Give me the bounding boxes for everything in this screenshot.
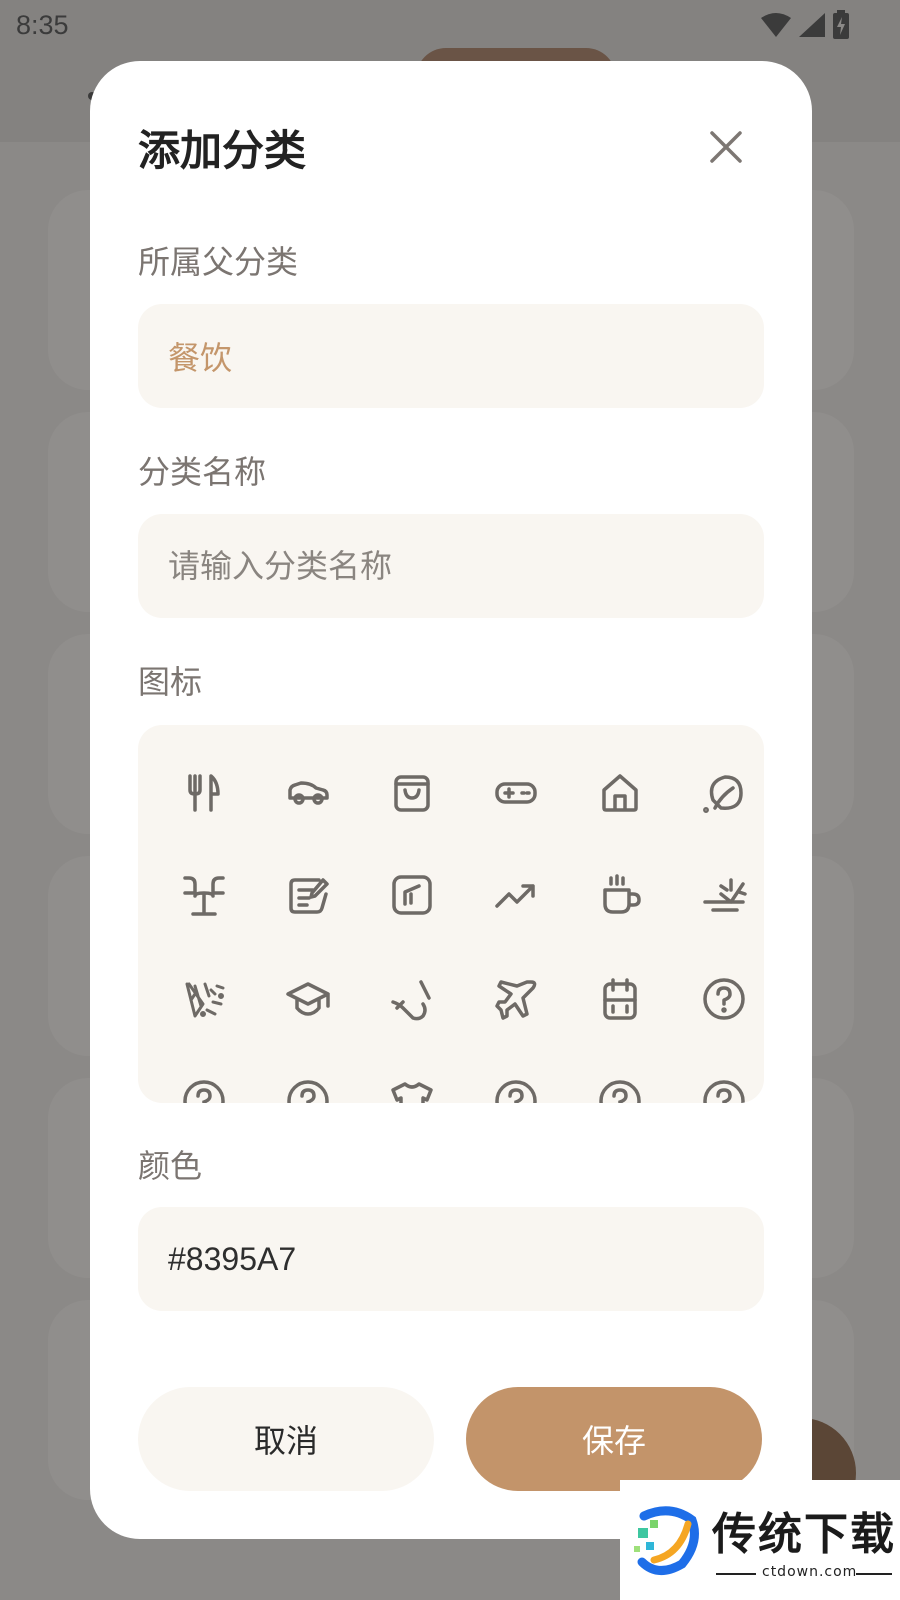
question-circle-icon[interactable] — [174, 1071, 234, 1103]
add-category-dialog: 添加分类 所属父分类 餐饮 分类名称 图标 — [90, 61, 812, 1539]
status-icons — [760, 10, 850, 44]
text-cursor-icon[interactable] — [174, 865, 234, 925]
watermark-title: 传统下载 — [712, 1509, 896, 1560]
status-bar: 8:35 — [0, 0, 900, 50]
question-circle-icon[interactable] — [278, 1071, 338, 1103]
question-circle-icon[interactable] — [590, 1071, 650, 1103]
save-button[interactable]: 保存 — [466, 1387, 762, 1491]
battery-charging-icon — [832, 10, 850, 44]
watermark-divider — [716, 1573, 756, 1575]
parent-category-label: 所属父分类 — [138, 243, 299, 281]
parent-category-value: 餐饮 — [168, 339, 233, 377]
cell-signal-icon — [798, 12, 826, 42]
category-name-label: 分类名称 — [138, 453, 267, 491]
graduation-cap-icon[interactable] — [278, 969, 338, 1029]
home-icon[interactable] — [590, 763, 650, 823]
airplane-icon[interactable] — [486, 969, 546, 1029]
question-circle-icon[interactable] — [694, 1071, 754, 1103]
battery-box-icon[interactable] — [590, 969, 650, 1029]
cancel-button[interactable]: 取消 — [138, 1387, 434, 1491]
parent-category-select[interactable]: 餐饮 — [138, 304, 764, 408]
wifi-icon — [760, 12, 792, 42]
leaf-icon[interactable] — [694, 763, 754, 823]
close-icon — [710, 131, 742, 163]
note-edit-icon[interactable] — [278, 865, 338, 925]
category-name-input[interactable] — [138, 514, 764, 618]
car-icon[interactable] — [278, 763, 338, 823]
weather-wind-icon[interactable] — [694, 865, 754, 925]
trending-up-icon[interactable] — [486, 865, 546, 925]
fork-knife-icon[interactable] — [174, 763, 234, 823]
square-slash-icon[interactable] — [382, 865, 442, 925]
color-input[interactable]: #8395A7 — [138, 1207, 764, 1311]
cord-icon[interactable] — [382, 969, 442, 1029]
tshirt-icon[interactable] — [382, 1071, 442, 1103]
watermark-subtitle: ctdown.com — [762, 1564, 858, 1580]
ctdown-logo-icon — [634, 1506, 699, 1575]
coffee-cup-icon[interactable] — [590, 865, 650, 925]
status-time: 8:35 — [16, 10, 69, 40]
watermark: 传统下载 ctdown.com — [620, 1480, 900, 1600]
icon-grid[interactable] — [138, 725, 764, 1103]
color-value: #8395A7 — [168, 1240, 297, 1277]
question-circle-icon[interactable] — [486, 1071, 546, 1103]
watermark-divider — [856, 1573, 892, 1575]
icon-section-label: 图标 — [138, 663, 203, 701]
gamepad-icon[interactable] — [486, 763, 546, 823]
question-circle-icon[interactable] — [694, 969, 754, 1029]
confetti-icon[interactable] — [174, 969, 234, 1029]
shopping-bag-icon[interactable] — [382, 763, 442, 823]
dialog-title: 添加分类 — [138, 126, 307, 175]
close-button[interactable] — [704, 125, 748, 169]
color-section-label: 颜色 — [138, 1147, 203, 1185]
